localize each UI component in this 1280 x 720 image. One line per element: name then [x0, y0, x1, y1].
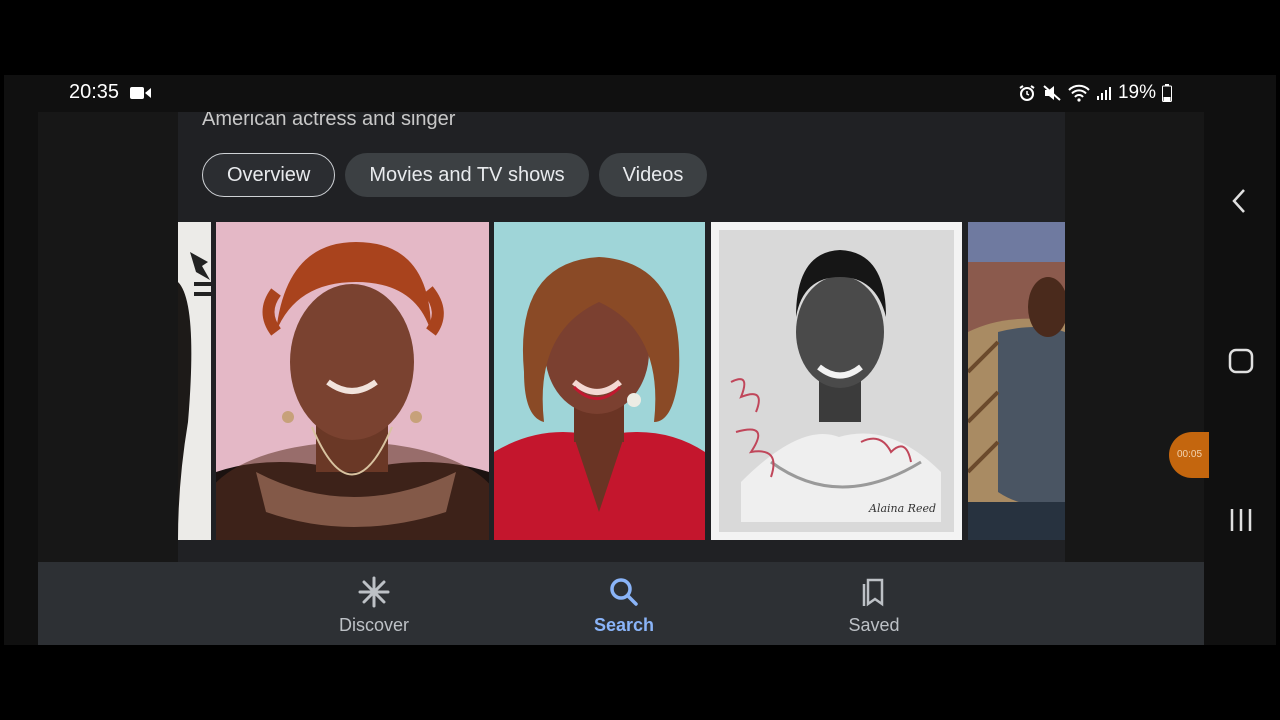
- battery-icon: [1162, 84, 1172, 102]
- signature-text: Alaina Reed: [868, 502, 936, 515]
- photo-red-dress-portrait[interactable]: [494, 222, 705, 540]
- nav-search-label: Search: [593, 615, 655, 635]
- right-letterbox: [1065, 112, 1204, 563]
- chip-overview[interactable]: Overview: [202, 153, 336, 197]
- photo-signed-bw-portrait[interactable]: Alaina Reed: [711, 222, 962, 540]
- nav-discover-label: Discover: [338, 615, 409, 635]
- nav-saved[interactable]: Saved: [794, 576, 954, 636]
- photo-red-hair-portrait[interactable]: [216, 222, 489, 540]
- phone-screen: 20:35 19% American actress and singer Ov…: [4, 75, 1276, 645]
- back-icon[interactable]: [1230, 187, 1250, 215]
- entity-subtitle: American actress and singer: [202, 112, 456, 130]
- home-icon[interactable]: [1228, 348, 1254, 374]
- image-carousel[interactable]: Alaina Reed: [178, 222, 1065, 540]
- chip-videos[interactable]: Videos: [598, 153, 708, 197]
- status-icons: 19%: [1018, 82, 1172, 104]
- chip-row: Overview Movies and TV shows Videos: [202, 153, 708, 197]
- screen-recorder-bubble[interactable]: 00:05: [1169, 432, 1209, 478]
- alarm-icon: [1019, 85, 1035, 101]
- signal-icon: [1096, 87, 1111, 100]
- nav-search[interactable]: Search: [544, 576, 704, 636]
- search-icon: [610, 578, 638, 606]
- recent-apps-icon[interactable]: [1228, 507, 1254, 533]
- left-letterbox: [38, 112, 178, 563]
- photo-partial-left[interactable]: [178, 222, 211, 540]
- mute-icon: [1043, 85, 1061, 101]
- battery-percent: 19%: [1117, 82, 1156, 103]
- status-time: 20:35: [69, 81, 120, 103]
- knowledge-panel: American actress and singer Overview Mov…: [178, 112, 1065, 563]
- video-record-icon: [130, 87, 151, 99]
- wifi-icon: [1068, 84, 1090, 102]
- photo-partial-right[interactable]: [968, 222, 1065, 540]
- nav-discover[interactable]: Discover: [294, 576, 454, 636]
- bookmarks-icon: [862, 578, 884, 607]
- nav-saved-label: Saved: [848, 615, 900, 635]
- asterisk-icon: [358, 576, 390, 608]
- bottom-navigation: Discover Search Saved: [38, 562, 1204, 645]
- chip-movies-and-tv-shows[interactable]: Movies and TV shows: [345, 153, 589, 197]
